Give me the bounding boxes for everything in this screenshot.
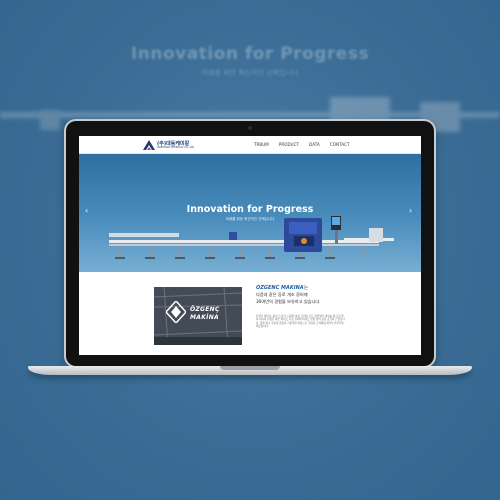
background-title: Innovation for Progress: [130, 44, 370, 64]
laptop-screen: (주)대동케미칼 DAEDONG CHEMICAL CO.,LTD. TRBUM…: [79, 136, 421, 355]
camera-icon: [248, 126, 252, 130]
background-subtitle: 미래를 위한 혁신적인 선택입니다: [201, 69, 299, 77]
company-line-2: 30여년의 경험을 보유하고 있습니다.: [256, 299, 321, 304]
company-title-highlight: OZGENC MAKINA: [256, 285, 304, 291]
nav-item-trbum[interactable]: TRBUM: [254, 142, 269, 147]
logo-mark-icon: [143, 140, 155, 150]
site-header: (주)대동케미칼 DAEDONG CHEMICAL CO.,LTD. TRBUM…: [79, 136, 421, 154]
main-nav: TRBUM PRODUCT DATA CONTACT: [254, 142, 350, 147]
nav-item-data[interactable]: DATA: [309, 142, 320, 147]
company-image: ÖZGENÇ MAKİNA: [154, 287, 242, 345]
company-line-1: 다음과 같은 등로 개조 장비에: [256, 292, 308, 297]
company-section: ÖZGENÇ MAKİNA OZGENC MAKINA는 다음과 같은 등로 개…: [79, 272, 421, 355]
hero-title: Innovation for Progress: [186, 204, 314, 215]
nav-item-product[interactable]: PRODUCT: [279, 142, 299, 147]
chevron-left-icon[interactable]: ‹: [85, 206, 88, 215]
tube-bending-machine-image: [109, 216, 394, 259]
laptop-notch: [220, 366, 280, 370]
logo-subtitle: DAEDONG CHEMICAL CO.,LTD.: [157, 146, 195, 149]
company-title-suffix: 는: [303, 285, 309, 291]
chevron-right-icon[interactable]: ›: [409, 206, 412, 215]
ozgenc-logo-icon: [166, 301, 186, 323]
nav-item-contact[interactable]: CONTACT: [330, 142, 350, 147]
site-logo[interactable]: (주)대동케미칼 DAEDONG CHEMICAL CO.,LTD.: [143, 140, 203, 151]
company-title: OZGENC MAKINA는: [256, 284, 308, 291]
ozgenc-logo: ÖZGENÇ MAKİNA: [166, 301, 230, 327]
ozgenc-logo-line1: ÖZGENÇ: [190, 306, 220, 313]
company-body-text: 튜빙가 벤딩기, 파이 프닝기, 디지털 파이 프커팅 모든 관련설비 계수를 …: [256, 315, 345, 329]
hero-slider: Innovation for Progress 미래를 위한 혁신적인 선택입니…: [79, 154, 421, 272]
ozgenc-logo-line2: MAKİNA: [190, 314, 219, 321]
